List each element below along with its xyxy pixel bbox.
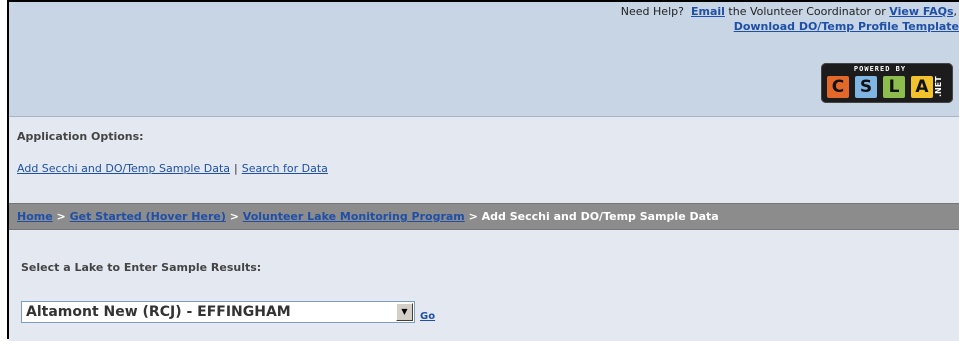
breadcrumb-vlmp[interactable]: Volunteer Lake Monitoring Program [243, 210, 465, 223]
logo-letter-c: C [827, 76, 849, 98]
options-title: Application Options: [17, 130, 144, 143]
breadcrumb-separator: > [468, 210, 478, 223]
powered-by-csla-logo: POWERED BY C S L A .NET [821, 63, 953, 103]
breadcrumb-get-started[interactable]: Get Started (Hover Here) [70, 210, 226, 223]
lake-select[interactable]: Altamont New (RCJ) - EFFINGHAM ▼ [21, 301, 415, 323]
options-separator: | [234, 162, 238, 175]
logo-letter-a: A [911, 76, 933, 98]
go-link[interactable]: Go [420, 311, 435, 322]
logo-letter-l: L [883, 76, 905, 98]
app-frame: Need Help? Email the Volunteer Coordinat… [7, 0, 959, 341]
search-data-link[interactable]: Search for Data [242, 162, 328, 175]
help-line: Need Help? Email the Volunteer Coordinat… [621, 5, 957, 18]
download-template-link[interactable]: Download DO/Temp Profile Template [734, 20, 959, 33]
breadcrumb-separator: > [229, 210, 239, 223]
email-link[interactable]: Email [691, 5, 725, 18]
lake-select-label: Select a Lake to Enter Sample Results: [21, 261, 262, 274]
options-links: Add Secchi and DO/Temp Sample Data | Searc… [17, 162, 328, 175]
lake-select-section: Select a Lake to Enter Sample Results: A… [9, 230, 959, 341]
chevron-down-icon[interactable]: ▼ [396, 303, 413, 321]
breadcrumb-separator: > [56, 210, 66, 223]
breadcrumb-current: Add Secchi and DO/Temp Sample Data [481, 210, 719, 223]
help-suffix: , [953, 5, 958, 18]
lake-select-value: Altamont New (RCJ) - EFFINGHAM [26, 304, 291, 320]
logo-letter-s: S [855, 76, 877, 98]
breadcrumb: Home > Get Started (Hover Here) > Volunt… [9, 203, 959, 230]
logo-net-text: .NET [934, 76, 943, 98]
breadcrumb-home[interactable]: Home [17, 210, 53, 223]
view-faqs-link[interactable]: View FAQs [889, 5, 953, 18]
page-header: Need Help? Email the Volunteer Coordinat… [9, 2, 959, 117]
powered-by-text: POWERED BY [853, 65, 907, 73]
help-prefix: Need Help? [620, 5, 684, 18]
help-middle: the Volunteer Coordinator or [728, 5, 886, 18]
application-options: Application Options: Add Secchi and DO/T… [9, 117, 959, 199]
add-sample-data-link[interactable]: Add Secchi and DO/Temp Sample Data [17, 162, 230, 175]
